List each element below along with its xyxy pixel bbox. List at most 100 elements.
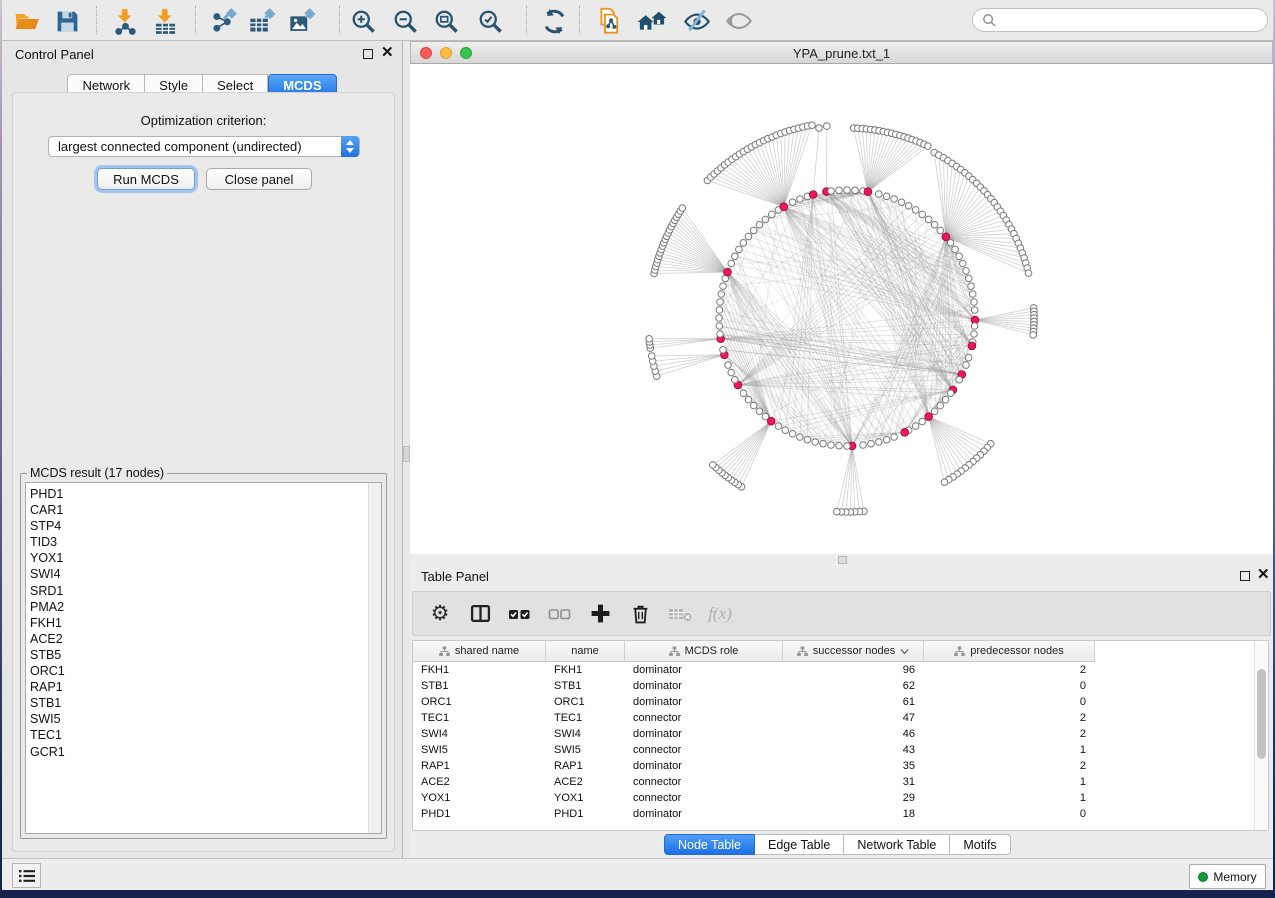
table-row-ACE2[interactable]: ACE2ACE2connector311 [413,774,1268,790]
trash-icon [630,603,651,624]
run-mcds-button[interactable]: Run MCDS [97,168,195,190]
mcds-result-item[interactable]: TEC1 [26,727,381,743]
task-history-button[interactable] [12,863,41,888]
network-view-titlebar: YPA_prune.txt_1 [410,41,1273,64]
attribute-icon [797,646,808,657]
delete-rows-button[interactable] [627,601,653,627]
delete-table-icon [668,604,693,624]
column-label: predecessor nodes [970,645,1064,657]
mcds-result-item[interactable]: ORC1 [26,663,381,679]
cell: dominator [625,678,783,694]
plus-icon [590,603,611,624]
zoom-fit-button[interactable] [429,4,463,38]
cell: 29 [783,790,924,806]
mcds-result-item[interactable]: PMA2 [26,599,381,615]
cell: SWI4 [413,726,546,742]
zoom-in-button[interactable] [346,4,380,38]
unselect-all-button[interactable] [547,601,573,627]
mcds-result-item[interactable]: RAP1 [26,679,381,695]
search-input[interactable] [1003,13,1253,27]
refresh-icon [541,8,568,35]
splitter-grip[interactable] [403,446,410,462]
close-panel-icon[interactable]: ✕ [1257,566,1270,584]
vertical-splitter[interactable] [403,41,410,858]
task-list-icon [18,868,36,884]
splitter-grip[interactable] [838,556,847,564]
first-neighbors-button[interactable] [635,4,669,38]
mcds-result-item[interactable]: GCR1 [26,744,381,760]
table-row-YOX1[interactable]: YOX1YOX1connector291 [413,790,1268,806]
cell: SWI5 [546,742,625,758]
column-header-successor-nodes[interactable]: successor nodes [783,641,924,662]
table-row-SWI4[interactable]: SWI4SWI4dominator462 [413,726,1268,742]
table-row-ORC1[interactable]: ORC1ORC1dominator610 [413,694,1268,710]
add-row-button[interactable] [587,601,613,627]
memory-button[interactable]: Memory [1189,864,1266,889]
column-header-predecessor-nodes[interactable]: predecessor nodes [924,641,1095,662]
hide-selected-button[interactable] [680,4,714,38]
table-panel: Table Panel ✕ ⚙ f(x) shared namenameMCDS… [410,565,1273,858]
mcds-result-item[interactable]: STB1 [26,695,381,711]
mcds-result-item[interactable]: TID3 [26,534,381,550]
mcds-result-item[interactable]: ACE2 [26,631,381,647]
tab-motifs[interactable]: Motifs [950,834,1010,855]
network-view-window: YPA_prune.txt_1 [410,41,1273,554]
mcds-list-scrollbar[interactable] [368,483,381,833]
horizontal-splitter[interactable] [410,554,1273,565]
column-header-MCDS-role[interactable]: MCDS role [625,641,783,662]
mcds-result-item[interactable]: SWI5 [26,711,381,727]
mcds-result-item[interactable]: SWI4 [26,566,381,582]
cell: YOX1 [413,790,546,806]
table-row-PHD1[interactable]: PHD1PHD1dominator180 [413,806,1268,822]
mcds-result-item[interactable]: CAR1 [26,502,381,518]
close-panel-icon[interactable]: ✕ [381,44,394,62]
tab-node-table[interactable]: Node Table [664,834,755,855]
export-network-icon [211,8,238,35]
mcds-result-item[interactable]: STP4 [26,518,381,534]
close-panel-button[interactable]: Close panel [206,168,312,190]
attribute-icon [439,646,450,657]
function-builder-button[interactable]: f(x) [707,601,733,627]
tab-network-table[interactable]: Network Table [844,834,950,855]
open-session-button[interactable] [10,4,44,38]
toolbar-separator [195,6,196,34]
show-all-button[interactable] [722,4,756,38]
export-table-button[interactable] [245,4,279,38]
table-row-FKH1[interactable]: FKH1FKH1dominator962 [413,662,1268,678]
export-image-button[interactable] [285,4,319,38]
refresh-layout-button[interactable] [537,4,571,38]
save-session-button[interactable] [50,4,84,38]
select-all-button[interactable] [507,601,533,627]
zoom-selected-button[interactable] [473,4,507,38]
mcds-result-item[interactable]: PHD1 [26,486,381,502]
mcds-result-item[interactable]: SRD1 [26,583,381,599]
table-row-STB1[interactable]: STB1STB1dominator620 [413,678,1268,694]
show-column-button[interactable] [467,601,493,627]
table-row-TEC1[interactable]: TEC1TEC1connector472 [413,710,1268,726]
criterion-select[interactable]: largest connected component (undirected) [48,136,360,157]
attribute-icon [954,646,965,657]
export-network-button[interactable] [207,4,241,38]
column-header-name[interactable]: name [546,641,625,662]
cell: dominator [625,726,783,742]
import-table-button[interactable] [148,4,182,38]
clone-network-button[interactable] [592,4,626,38]
table-row-RAP1[interactable]: RAP1RAP1dominator352 [413,758,1268,774]
scrollbar-thumb[interactable] [1257,669,1266,759]
column-header-shared-name[interactable]: shared name [413,641,546,662]
mcds-result-item[interactable]: YOX1 [26,550,381,566]
float-panel-icon[interactable] [1240,571,1250,581]
table-row-SWI5[interactable]: SWI5SWI5connector431 [413,742,1268,758]
main-toolbar [2,0,1273,41]
table-options-button[interactable]: ⚙ [427,601,453,627]
tab-edge-table[interactable]: Edge Table [755,834,844,855]
mcds-result-item[interactable]: STB5 [26,647,381,663]
mcds-result-item[interactable]: FKH1 [26,615,381,631]
zoom-out-button[interactable] [388,4,422,38]
delete-table-button[interactable] [667,601,693,627]
float-panel-icon[interactable] [363,49,373,59]
table-scrollbar[interactable] [1254,641,1268,830]
import-network-button[interactable] [108,4,142,38]
network-graph-canvas[interactable] [410,64,1273,554]
memory-status-icon [1198,872,1208,882]
